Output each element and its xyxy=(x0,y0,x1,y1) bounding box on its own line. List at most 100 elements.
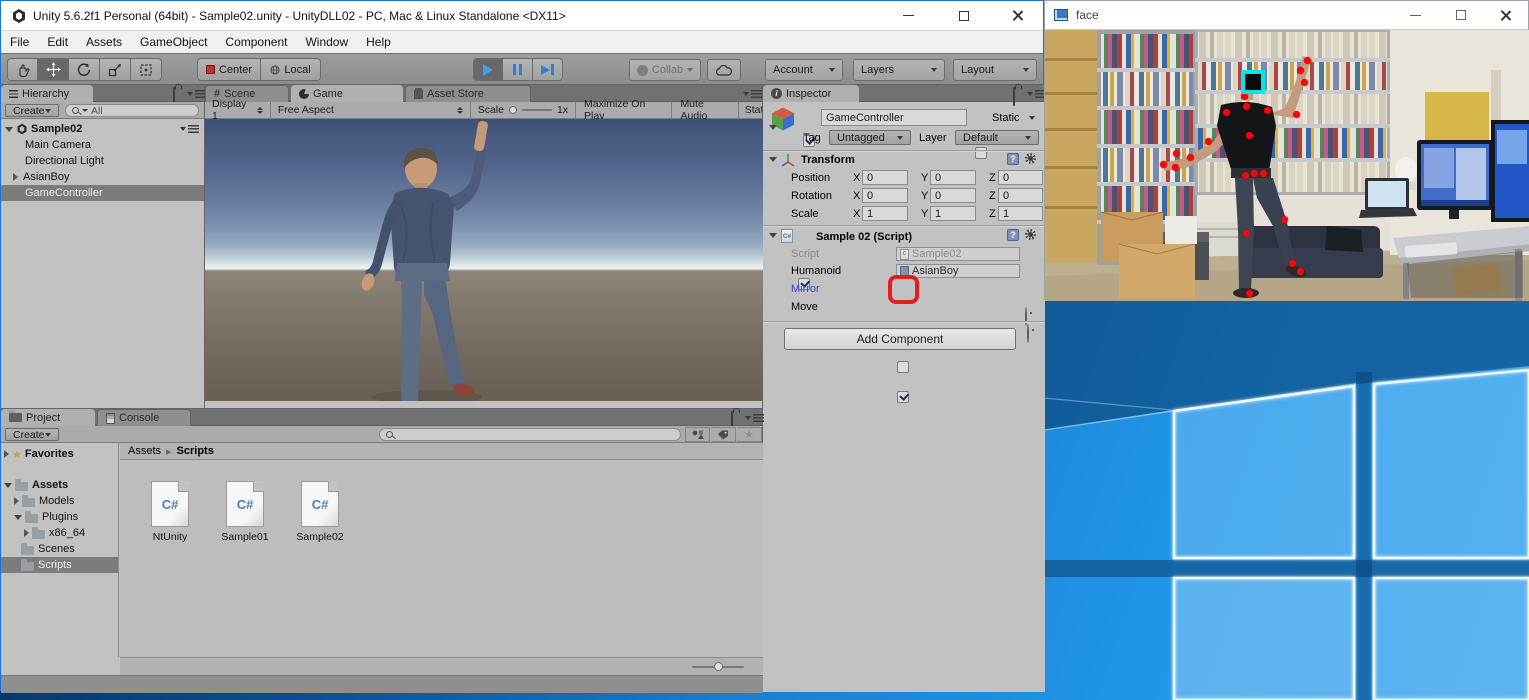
layer-dropdown[interactable]: Default xyxy=(955,130,1039,145)
aspect-dropdown[interactable]: Free Aspect xyxy=(271,102,471,118)
hierarchy-item-gamecontroller[interactable]: GameController xyxy=(1,185,204,201)
layout-dropdown[interactable]: Layout xyxy=(953,59,1037,81)
tag-dropdown[interactable]: Untagged xyxy=(829,130,911,145)
breadcrumb-assets[interactable]: Assets xyxy=(128,445,161,457)
scene-menu-icon[interactable] xyxy=(180,125,199,133)
position-x-field[interactable]: 0 xyxy=(862,170,908,185)
scale-z-field[interactable]: 1 xyxy=(998,206,1043,221)
hierarchy-search-input[interactable]: All xyxy=(65,104,199,117)
pause-button[interactable] xyxy=(503,58,533,81)
scale-slider-track[interactable] xyxy=(522,109,552,111)
tree-assets[interactable]: Assets xyxy=(1,477,118,493)
mirror-checkbox[interactable] xyxy=(897,361,909,373)
tree-plugins[interactable]: Plugins xyxy=(1,509,118,525)
help-icon[interactable]: ? xyxy=(1007,153,1019,165)
add-component-button[interactable]: Add Component xyxy=(784,328,1016,350)
asset-sample01[interactable]: C# Sample01 xyxy=(217,481,273,543)
hierarchy-item-asianboy[interactable]: AsianBoy xyxy=(1,169,204,185)
minimize-button[interactable] xyxy=(881,1,936,30)
step-button[interactable] xyxy=(533,58,563,81)
layers-dropdown[interactable]: Layers xyxy=(853,59,945,81)
menu-window[interactable]: Window xyxy=(296,35,357,49)
scale-y-field[interactable]: 1 xyxy=(930,206,976,221)
lock-icon[interactable] xyxy=(1013,87,1015,106)
pivot-center-button[interactable]: Center xyxy=(197,58,261,81)
tree-scripts[interactable]: Scripts xyxy=(1,557,118,573)
project-create-button[interactable]: Create xyxy=(5,428,59,441)
tree-x86-64[interactable]: x86_64 xyxy=(1,525,118,541)
tree-favorites[interactable]: ★ Favorites xyxy=(1,446,118,462)
inspector-tab[interactable]: i Inspector xyxy=(763,85,859,102)
menu-file[interactable]: File xyxy=(1,35,38,49)
favorites-filter-button[interactable]: ★ xyxy=(737,427,762,442)
gear-icon[interactable] xyxy=(1025,229,1036,240)
stats-toggle[interactable]: Stats xyxy=(739,102,762,118)
scale-x-field[interactable]: 1 xyxy=(862,206,908,221)
tree-models[interactable]: Models xyxy=(1,493,118,509)
breadcrumb-scripts[interactable]: Scripts xyxy=(177,445,214,457)
rotation-x-field[interactable]: 0 xyxy=(862,188,908,203)
hand-tool-button[interactable] xyxy=(7,58,38,81)
hierarchy-item-main-camera[interactable]: Main Camera xyxy=(1,137,204,153)
panel-menu-icon[interactable] xyxy=(187,90,206,98)
move-tool-button[interactable] xyxy=(38,58,69,81)
panel-menu-icon[interactable] xyxy=(745,414,764,422)
scale-slider-knob[interactable] xyxy=(509,106,517,114)
close-button[interactable] xyxy=(991,1,1043,30)
face-titlebar[interactable]: face xyxy=(1045,1,1528,30)
asset-sample02[interactable]: C# Sample02 xyxy=(292,481,348,543)
position-y-field[interactable]: 0 xyxy=(930,170,976,185)
face-maximize-button[interactable] xyxy=(1438,1,1483,29)
static-checkbox[interactable] xyxy=(975,147,987,159)
rotation-z-field[interactable]: 0 xyxy=(998,188,1043,203)
thumbnail-size-knob[interactable] xyxy=(714,662,723,671)
hierarchy-item-sample02[interactable]: Sample02 xyxy=(1,121,204,137)
console-tab[interactable]: Console xyxy=(97,409,191,426)
hierarchy-item-directional-light[interactable]: Directional Light xyxy=(1,153,204,169)
project-tab[interactable]: Project xyxy=(1,409,95,426)
display-dropdown[interactable]: Display 1 xyxy=(205,102,271,118)
tree-scenes[interactable]: Scenes xyxy=(1,541,118,557)
menu-help[interactable]: Help xyxy=(357,35,400,49)
face-minimize-button[interactable] xyxy=(1393,1,1438,29)
menu-component[interactable]: Component xyxy=(216,35,296,49)
play-button[interactable] xyxy=(473,58,503,81)
face-close-button[interactable] xyxy=(1483,1,1528,29)
game-tab[interactable]: Game xyxy=(291,85,403,102)
collab-dropdown[interactable]: Collab xyxy=(629,59,701,81)
menu-gameobject[interactable]: GameObject xyxy=(131,35,216,49)
move-checkbox[interactable] xyxy=(897,391,909,403)
gear-icon[interactable] xyxy=(1025,153,1036,164)
hierarchy-create-button[interactable]: Create xyxy=(5,104,59,117)
rotate-tool-button[interactable] xyxy=(69,58,100,81)
cloud-button[interactable] xyxy=(707,59,741,81)
asset-store-tab[interactable]: Asset Store xyxy=(405,85,531,102)
scale-tool-button[interactable] xyxy=(100,58,131,81)
rect-tool-button[interactable] xyxy=(131,58,162,81)
filter-by-label-button[interactable] xyxy=(711,427,736,442)
expander-icon[interactable] xyxy=(5,127,13,132)
account-dropdown[interactable]: Account xyxy=(765,59,843,81)
header-expander-icon[interactable] xyxy=(769,125,777,130)
maximize-on-play-toggle[interactable]: Maximize On Play xyxy=(576,102,672,118)
filter-by-type-button[interactable] xyxy=(685,427,710,442)
asset-ntunity[interactable]: C# NtUnity xyxy=(142,481,198,543)
hierarchy-tab[interactable]: Hierarchy xyxy=(1,85,93,102)
script-object-field[interactable]: CSample02 xyxy=(896,247,1020,261)
position-z-field[interactable]: 0 xyxy=(998,170,1043,185)
transform-expander-icon[interactable] xyxy=(769,157,777,162)
mute-audio-toggle[interactable]: Mute Audio xyxy=(672,102,738,118)
project-search-input[interactable] xyxy=(379,428,681,441)
menu-assets[interactable]: Assets xyxy=(77,35,131,49)
maximize-button[interactable] xyxy=(936,1,991,30)
script-expander-icon[interactable] xyxy=(769,233,777,238)
static-dropdown-icon[interactable] xyxy=(1029,116,1035,120)
unity-titlebar[interactable]: Unity 5.6.2f1 Personal (64bit) - Sample0… xyxy=(1,1,1043,31)
game-viewport[interactable] xyxy=(205,119,763,401)
menu-edit[interactable]: Edit xyxy=(38,35,77,49)
panel-menu-icon[interactable] xyxy=(743,90,762,98)
gameobject-name-field[interactable]: GameController xyxy=(821,109,967,126)
object-picker-icon[interactable] xyxy=(1025,307,1027,326)
rotation-y-field[interactable]: 0 xyxy=(930,188,976,203)
help-icon[interactable]: ? xyxy=(1007,229,1019,241)
